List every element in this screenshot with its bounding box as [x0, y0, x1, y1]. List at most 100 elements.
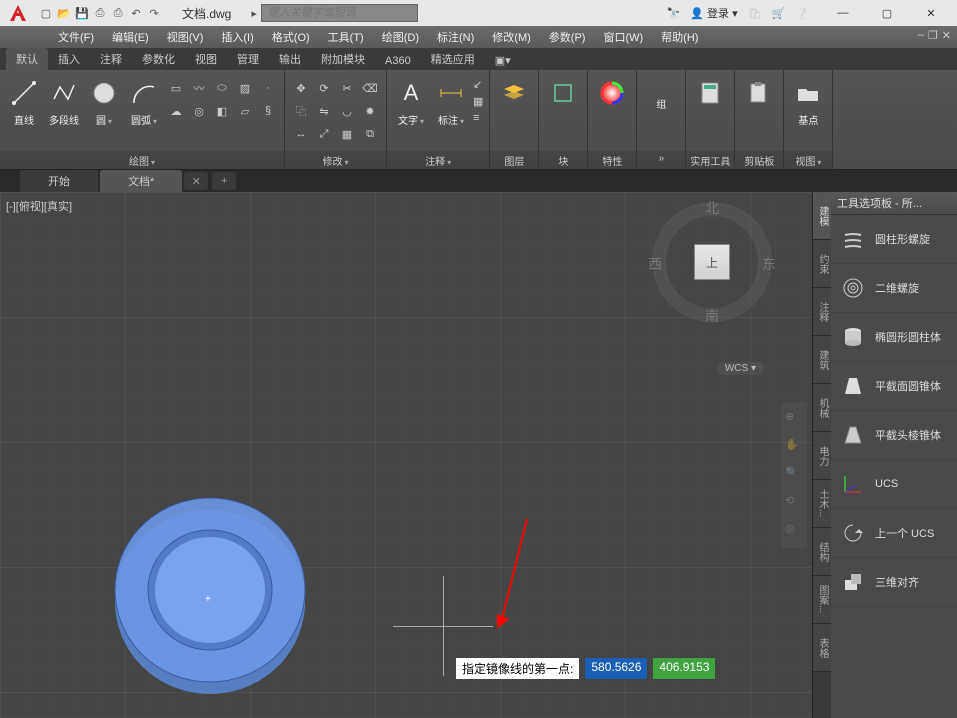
app-logo[interactable]	[4, 2, 32, 24]
rtab-featured[interactable]: 精选应用	[421, 48, 485, 70]
viewcube-top-face[interactable]: 上	[694, 244, 730, 280]
search-input[interactable]	[261, 4, 418, 22]
viewport-label[interactable]: [-][俯视][真实]	[6, 198, 72, 214]
region-icon[interactable]: ◧	[212, 101, 232, 121]
redo-icon[interactable]: ↷	[146, 5, 162, 21]
help-icon[interactable]: ❔	[795, 7, 809, 20]
orbit-icon[interactable]: ⟲	[785, 494, 803, 512]
panel-utils-title[interactable]: 实用工具	[686, 151, 734, 169]
ptab-constraint[interactable]: 约束	[813, 240, 831, 288]
revcloud-icon[interactable]: ☁	[166, 101, 186, 121]
ptab-annot[interactable]: 注释	[813, 288, 831, 336]
menu-file[interactable]: 文件(F)	[50, 27, 102, 47]
menu-format[interactable]: 格式(O)	[264, 27, 318, 47]
pitem-align3d[interactable]: 三维对齐	[831, 558, 957, 607]
offset-icon[interactable]: ⧉	[360, 124, 380, 144]
ellipse-icon[interactable]: ⬭	[212, 78, 232, 98]
viewcube[interactable]: 北 南 东 西 上	[652, 202, 772, 322]
vc-west[interactable]: 西	[648, 254, 662, 274]
menu-edit[interactable]: 编辑(E)	[104, 27, 157, 47]
vc-east[interactable]: 东	[762, 254, 776, 274]
rotate-icon[interactable]: ⟳	[314, 78, 334, 98]
mtext-icon[interactable]: ≡	[473, 112, 483, 124]
pitem-ucs[interactable]: UCS	[831, 460, 957, 509]
pan-icon[interactable]: ✋	[785, 438, 803, 456]
panel-annot-title[interactable]: 注释	[387, 151, 489, 169]
vc-south[interactable]: 南	[705, 306, 719, 326]
tab-new-button[interactable]: +	[212, 172, 236, 190]
menu-insert[interactable]: 插入(I)	[213, 27, 261, 47]
menu-dimension[interactable]: 标注(N)	[429, 27, 482, 47]
dyn-y-field[interactable]: 406.9153	[652, 657, 716, 680]
rtab-insert[interactable]: 插入	[48, 48, 90, 70]
panel-group-title[interactable]: »	[637, 151, 685, 169]
rtab-parametric[interactable]: 参数化	[132, 48, 185, 70]
utils-button[interactable]	[692, 74, 728, 108]
circle-button[interactable]: 圆	[86, 74, 122, 127]
close-button[interactable]: ✕	[909, 0, 953, 26]
text-button[interactable]: A 文字	[393, 74, 429, 127]
rect-icon[interactable]: ▭	[166, 78, 186, 98]
layer-button[interactable]	[496, 74, 532, 108]
group-button[interactable]: 组	[643, 74, 679, 111]
fillet-icon[interactable]: ◡	[337, 101, 357, 121]
panel-clipboard-title[interactable]: 剪贴板	[735, 151, 783, 169]
explode-icon[interactable]: ✸	[360, 101, 380, 121]
rtab-annotate[interactable]: 注释	[90, 48, 132, 70]
rtab-addins[interactable]: 附加模块	[311, 48, 375, 70]
array-icon[interactable]: ▦	[337, 124, 357, 144]
pt-icon[interactable]: ·	[258, 78, 278, 98]
print-icon[interactable]: ⎙	[110, 5, 126, 21]
line-button[interactable]: 直线	[6, 74, 42, 127]
tab-start[interactable]: 开始	[20, 170, 98, 192]
pitem-prev-ucs[interactable]: 上一个 UCS	[831, 509, 957, 558]
drawing-canvas[interactable]: [-][俯视][真实] + 北 南	[0, 192, 957, 718]
base-button[interactable]: 基点	[790, 74, 826, 127]
panel-view-title[interactable]: 视图	[784, 151, 832, 169]
donut-icon[interactable]: ◎	[189, 101, 209, 121]
zoom-icon[interactable]: 🔍	[785, 466, 803, 484]
new-icon[interactable]: ▢	[38, 5, 54, 21]
pitem-spiral[interactable]: 二维螺旋	[831, 264, 957, 313]
menu-view[interactable]: 视图(V)	[159, 27, 212, 47]
panel-block-title[interactable]: 块	[539, 151, 587, 169]
ptab-struct[interactable]: 结构	[813, 528, 831, 576]
panel-modify-title[interactable]: 修改	[285, 151, 386, 169]
saveas-icon[interactable]: ⎙	[92, 5, 108, 21]
scale-icon[interactable]: ⤢	[314, 124, 334, 144]
rtab-default[interactable]: 默认	[6, 48, 48, 70]
paste-button[interactable]	[741, 74, 777, 108]
steering-icon[interactable]: ◎	[785, 522, 803, 540]
block-button[interactable]	[545, 74, 581, 108]
tab-add-button[interactable]: ✕	[184, 172, 208, 190]
props-button[interactable]	[594, 74, 630, 108]
pitem-cylinder[interactable]: 椭圆形圆柱体	[831, 313, 957, 362]
mdi-close-icon[interactable]: ✕	[942, 29, 951, 42]
open-icon[interactable]: 📂	[56, 5, 72, 21]
ptab-tables[interactable]: 表格	[813, 624, 831, 672]
minimize-button[interactable]: —	[821, 0, 865, 26]
rtab-output[interactable]: 输出	[269, 48, 311, 70]
mirror-icon[interactable]: ⇋	[314, 101, 334, 121]
panel-layer-title[interactable]: 图层	[490, 151, 538, 169]
tab-document[interactable]: 文档*	[100, 170, 182, 192]
palette-title[interactable]: 工具选项板 - 所...	[831, 192, 957, 215]
trim-icon[interactable]: ✂	[337, 78, 357, 98]
polyline-button[interactable]: 多段线	[46, 74, 82, 127]
signin-button[interactable]: 👤 登录 ▾	[690, 5, 737, 21]
rtab-view[interactable]: 视图	[185, 48, 227, 70]
menu-params[interactable]: 参数(P)	[541, 27, 594, 47]
maximize-button[interactable]: ▢	[865, 0, 909, 26]
rtab-a360[interactable]: A360	[375, 52, 421, 70]
cart-icon[interactable]: 🛒	[772, 7, 786, 20]
pitem-cone[interactable]: 平截面圆锥体	[831, 362, 957, 411]
stretch-icon[interactable]: ↔	[291, 124, 311, 144]
mdi-minimize-icon[interactable]: –	[918, 29, 924, 42]
menu-window[interactable]: 窗口(W)	[595, 27, 651, 47]
mdi-restore-icon[interactable]: ❐	[928, 29, 938, 42]
search-icon[interactable]: 🔭	[667, 7, 681, 20]
ptab-mech[interactable]: 机械	[813, 384, 831, 432]
rtab-manage[interactable]: 管理	[227, 48, 269, 70]
pitem-pyramid[interactable]: 平截头棱锥体	[831, 411, 957, 460]
fullnav-icon[interactable]: ⊕	[785, 410, 803, 428]
